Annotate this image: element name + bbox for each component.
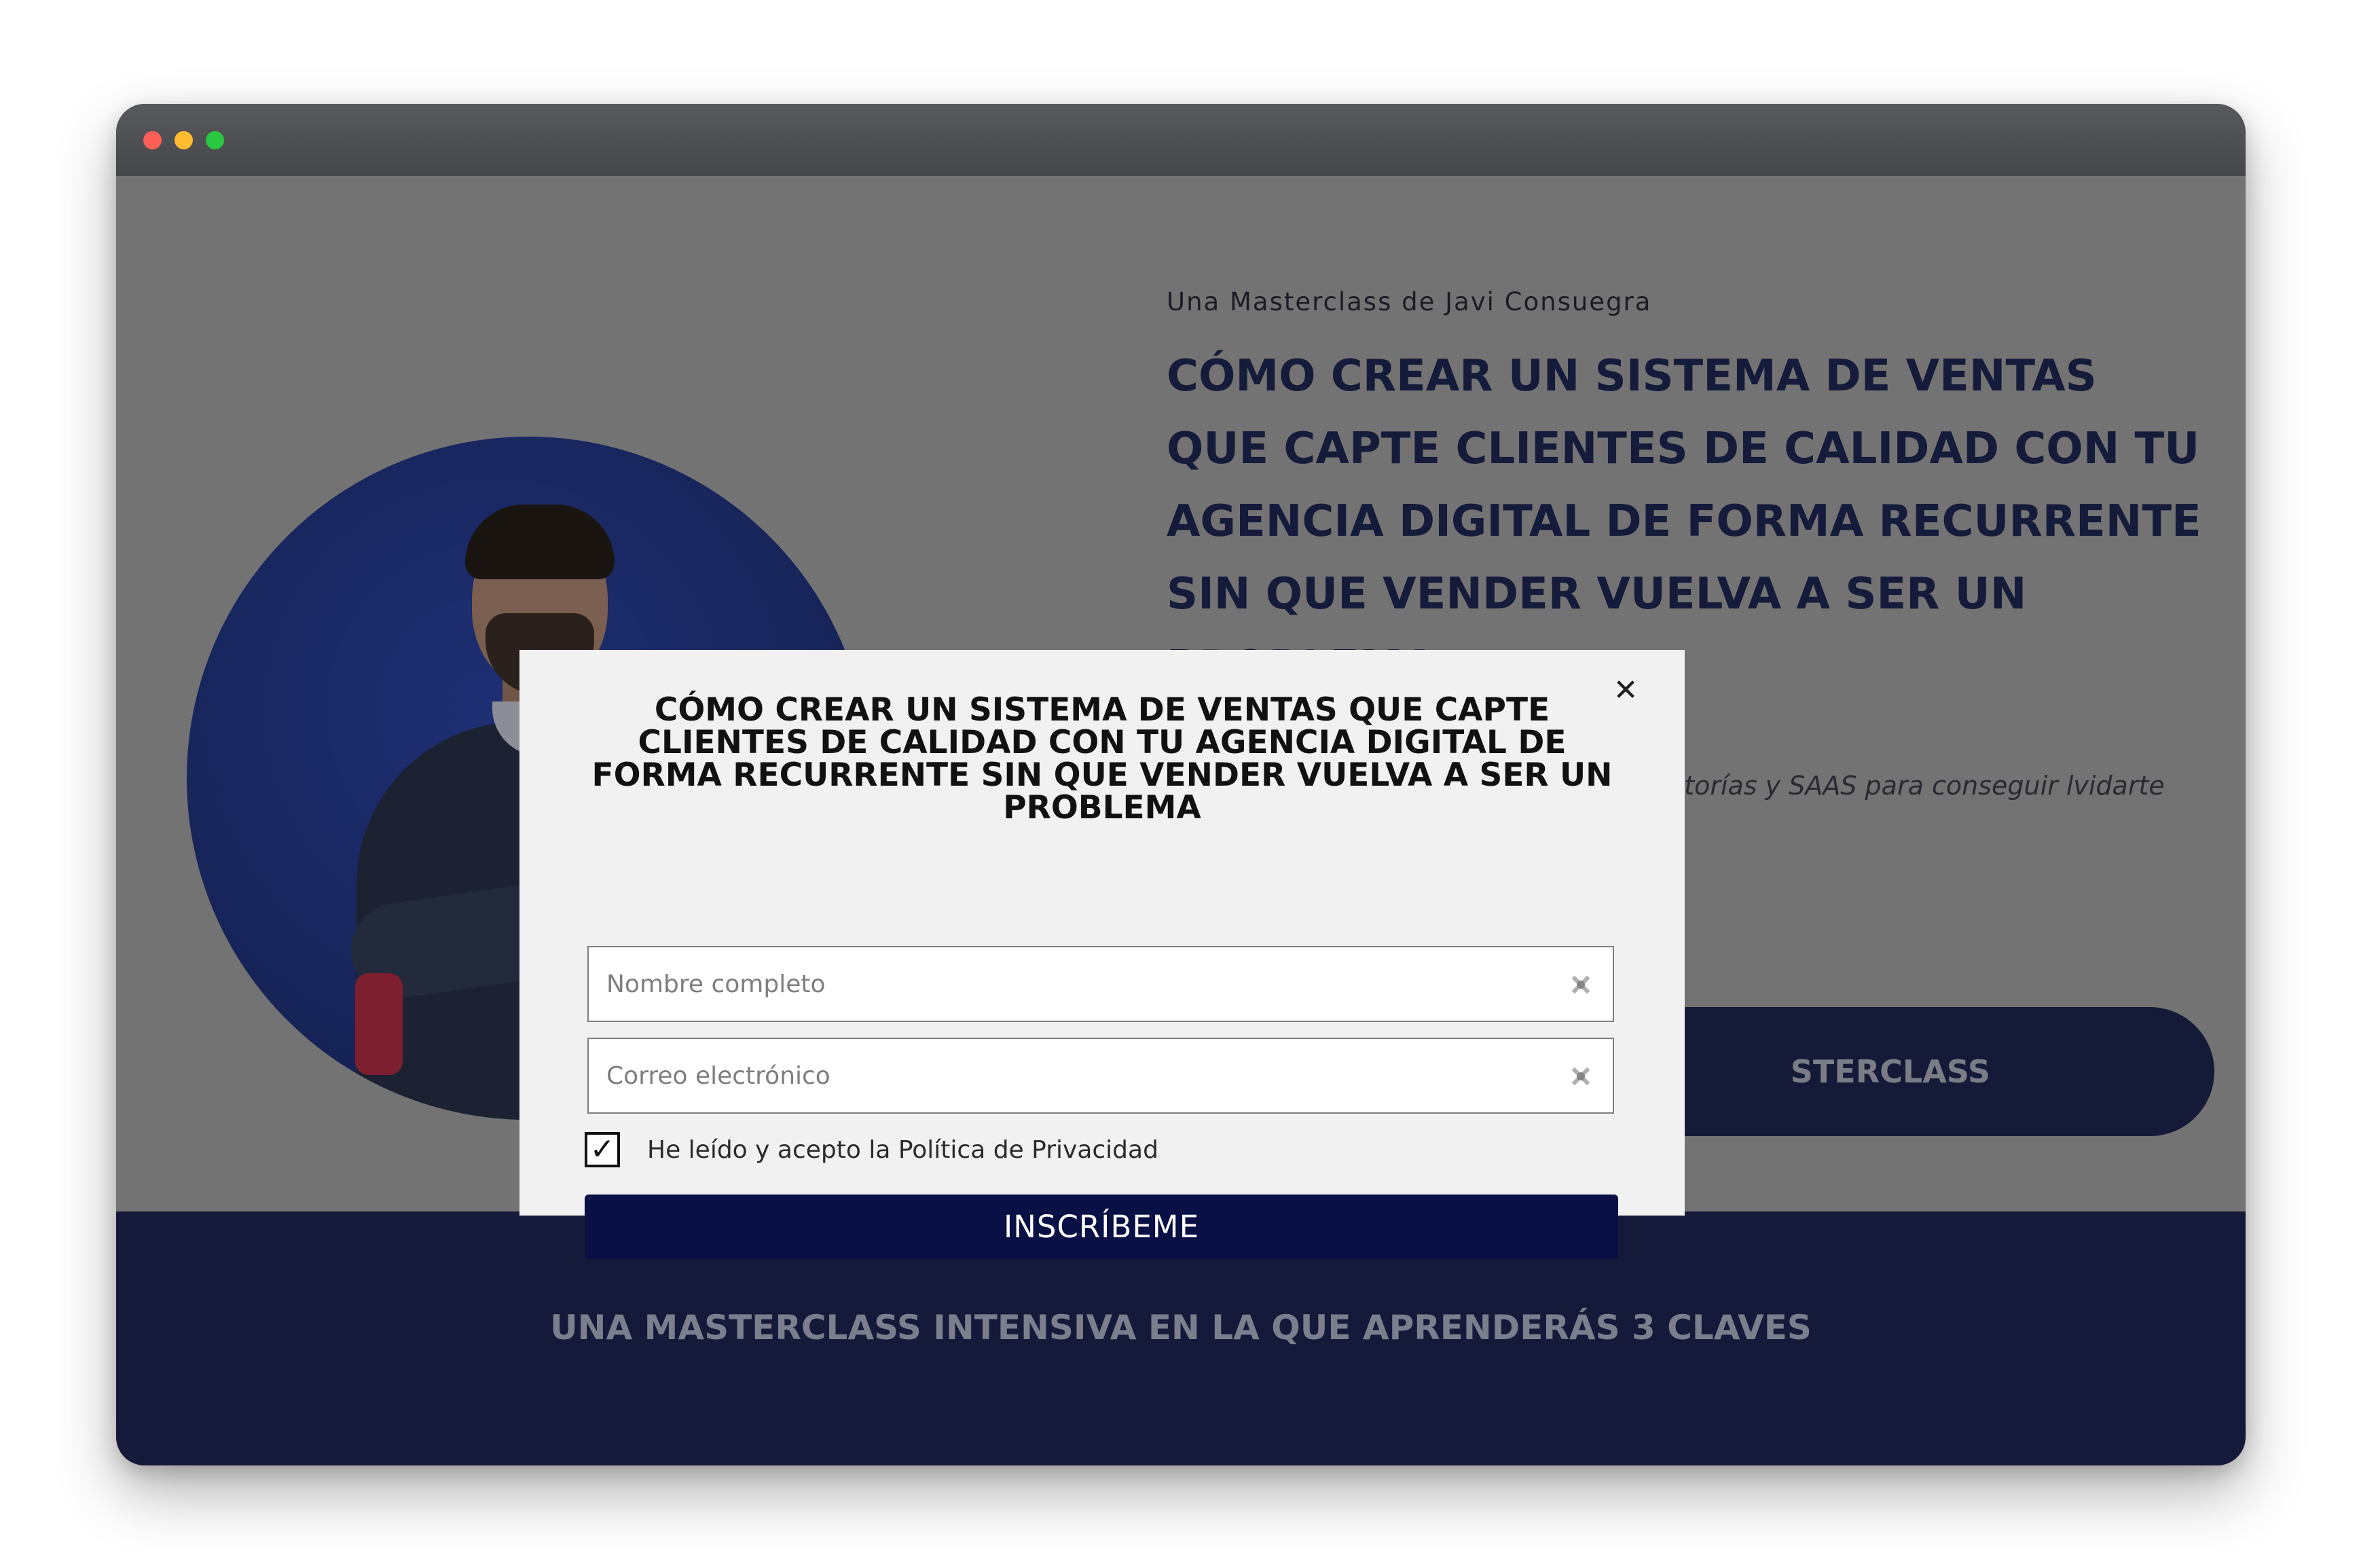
- check-icon: ✓: [589, 1132, 615, 1167]
- privacy-consent[interactable]: ✓ He leído y acepto la Política de Priva…: [585, 1129, 1158, 1170]
- minimize-window-button[interactable]: [175, 131, 193, 149]
- window-titlebar: [116, 104, 2246, 176]
- privacy-consent-label[interactable]: He leído y acepto la Política de Privaci…: [647, 1136, 1158, 1164]
- speaker-sleeve: [355, 973, 403, 1075]
- full-name-input[interactable]: [589, 947, 1613, 1021]
- speaker-hair: [465, 505, 615, 579]
- close-window-button[interactable]: [143, 131, 162, 149]
- browser-window: Una Masterclass de Javi Consuegra CÓMO C…: [116, 104, 2246, 1465]
- masterclass-author: Una Masterclass de Javi Consuegra: [1167, 287, 1652, 316]
- autofill-key-icon[interactable]: [1568, 972, 1594, 998]
- autofill-key-icon[interactable]: [1568, 1063, 1594, 1089]
- email-input[interactable]: [589, 1039, 1613, 1112]
- privacy-checkbox[interactable]: ✓: [585, 1132, 620, 1167]
- full-name-field-wrapper: [587, 946, 1614, 1022]
- modal-title: CÓMO CREAR UN SISTEMA DE VENTAS QUE CAPT…: [591, 691, 1613, 826]
- zoom-window-button[interactable]: [206, 131, 224, 149]
- hero-headline: CÓMO CREAR UN SISTEMA DE VENTAS QUE CAPT…: [1167, 351, 2201, 692]
- signup-modal: ✕ CÓMO CREAR UN SISTEMA DE VENTAS QUE CA…: [519, 650, 1685, 1259]
- subscribe-button[interactable]: INSCRÍBEME: [585, 1195, 1618, 1259]
- email-field-wrapper: [587, 1038, 1614, 1114]
